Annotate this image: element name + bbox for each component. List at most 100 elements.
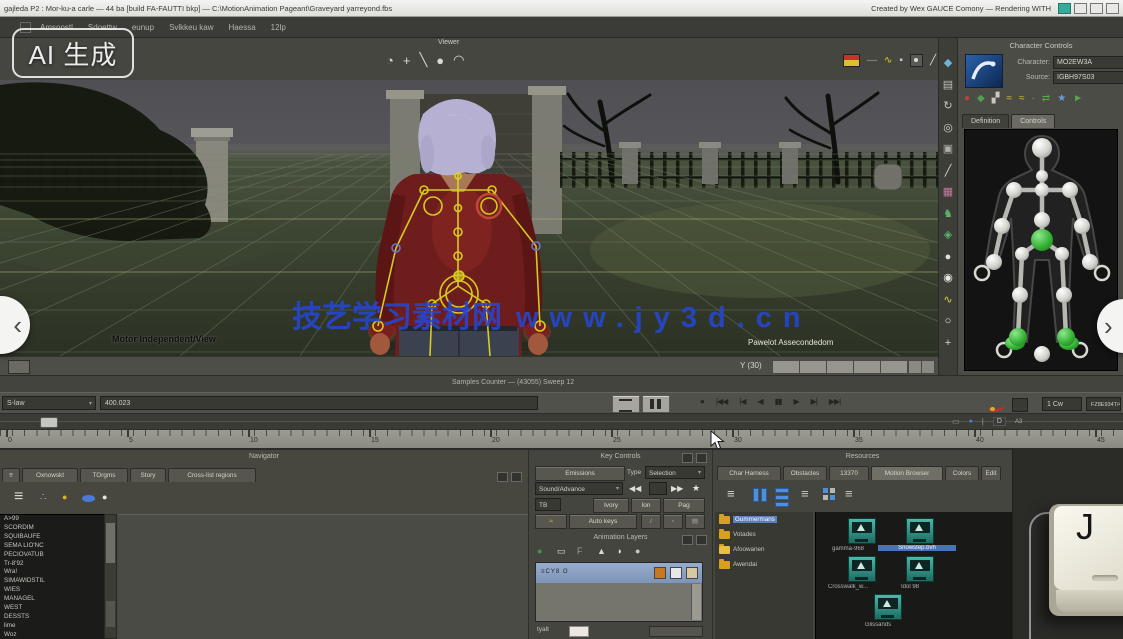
pag-button[interactable]: Pag xyxy=(663,498,705,513)
draw-icon[interactable]: ╱ xyxy=(930,55,936,66)
tree-item[interactable]: Tr-8'92 xyxy=(0,560,104,569)
rotate-icon[interactable]: ↻ xyxy=(943,101,952,112)
navigator-tab-1[interactable]: TOrgms xyxy=(80,468,128,482)
record-button[interactable]: ● xyxy=(700,397,704,406)
next-key-icon[interactable]: ▶▶ xyxy=(671,484,683,493)
slash-button[interactable]: / xyxy=(641,514,661,529)
ivory-button[interactable]: Ivory xyxy=(593,498,629,513)
green-dot-icon[interactable]: ● xyxy=(537,546,542,556)
gem-icon[interactable]: ◈ xyxy=(944,230,952,241)
tree-item[interactable]: SQUIBAUFE xyxy=(0,533,104,542)
asset-label[interactable]: Glissands xyxy=(850,622,906,628)
type-select[interactable]: Selection ▾ xyxy=(645,466,705,479)
rate-field[interactable]: FZ8E934T/4v0.03 xyxy=(1086,397,1121,411)
picture-icon[interactable]: ▦ xyxy=(943,187,953,198)
tree-scrollbar[interactable] xyxy=(104,514,117,639)
folder-row[interactable]: Afoowanen xyxy=(715,542,813,557)
layers-window-icons[interactable] xyxy=(682,535,707,545)
tree-item[interactable]: lime xyxy=(0,622,104,631)
pause-button[interactable]: ▮▮ xyxy=(775,397,782,406)
folder-row[interactable]: Gummermans xyxy=(715,512,813,527)
swap-icon[interactable]: ⇄ xyxy=(1042,93,1050,104)
snap-icon[interactable] xyxy=(910,54,923,67)
asset-label-selected[interactable]: Snowstep.bvh xyxy=(878,545,956,551)
tree-item[interactable]: DESSTS xyxy=(0,613,104,622)
flag-icon[interactable]: ★ xyxy=(692,483,700,494)
layer-bottom-bar[interactable] xyxy=(649,626,703,637)
asset-thumbnail[interactable] xyxy=(848,556,876,582)
record-dot-icon[interactable]: ● xyxy=(964,93,970,104)
navigator-tab-0[interactable]: Oxnowskt xyxy=(22,468,78,482)
blob-icon[interactable]: ● xyxy=(635,546,640,556)
resources-tab-3[interactable]: Motion Browser xyxy=(871,466,943,480)
pose-icon[interactable]: ▞ xyxy=(992,93,1000,104)
row-view-icon[interactable] xyxy=(775,488,789,507)
half-moon-icon[interactable]: ◗ xyxy=(617,546,622,556)
animation-layer-list[interactable]: ≡CY8 O xyxy=(535,562,703,622)
scroll-handle[interactable] xyxy=(40,417,58,428)
white-layer-icon[interactable] xyxy=(670,567,682,579)
selected-layer-row[interactable]: ≡CY8 O xyxy=(536,563,702,583)
menu-item-3[interactable]: Svlkkeu kaw xyxy=(169,23,213,32)
close-button[interactable] xyxy=(1106,3,1119,14)
key-count-box[interactable] xyxy=(649,482,667,495)
character-skeleton-view[interactable] xyxy=(964,129,1118,371)
character-select[interactable]: MO2EW3A xyxy=(1053,56,1123,69)
move-tool-icon[interactable]: + xyxy=(403,53,411,68)
viewport-3d[interactable]: Motor Independent/View Pawelot Asseconde… xyxy=(0,80,938,356)
grid-view-icon[interactable] xyxy=(823,488,836,501)
wave-icon[interactable]: ∿ xyxy=(943,295,952,306)
tab-controls[interactable]: Controls xyxy=(1011,114,1055,128)
tree-item[interactable]: SIMAWIDSTIL xyxy=(0,577,104,586)
mode-box[interactable] xyxy=(1012,398,1028,412)
resources-tab-2[interactable]: 13370 xyxy=(829,466,869,480)
sphere-tool-icon[interactable]: ● xyxy=(436,53,444,68)
navigator-content-area[interactable] xyxy=(118,514,528,639)
emissions-button[interactable]: Emissions xyxy=(535,466,625,481)
step-back-button[interactable]: ◀ xyxy=(757,397,762,406)
asset-label[interactable]: gamma-968 xyxy=(821,546,875,552)
leaf-icon[interactable]: ◆ xyxy=(977,93,985,104)
plus-icon[interactable]: + xyxy=(945,338,951,349)
tree-item[interactable]: A>99 xyxy=(0,515,104,524)
asset-thumbnail[interactable] xyxy=(906,518,934,544)
record-icon[interactable]: ◎ xyxy=(943,123,953,134)
sphere-icon[interactable]: ● xyxy=(945,252,952,263)
box-button[interactable]: ▫ xyxy=(663,514,683,529)
resources-tab-1[interactable]: Obstacles xyxy=(783,466,827,480)
keys2-icon[interactable]: ≈ xyxy=(1019,93,1025,104)
yellow-dot-icon[interactable]: ● xyxy=(62,492,67,502)
asset-label[interactable]: Crosswalk_w... xyxy=(816,584,880,590)
dual-view-button[interactable] xyxy=(642,395,670,413)
maximize-button[interactable] xyxy=(1090,3,1103,14)
mode-select[interactable]: Sound/Advance ▾ xyxy=(535,482,623,495)
resources-tab-5[interactable]: Edit xyxy=(981,466,1001,480)
scene-tree[interactable]: A>99 SCORDIM SQUIBAUFE SEMA LIO'NC PECIO… xyxy=(0,514,105,639)
tree-item[interactable]: Woz xyxy=(0,631,104,639)
play-button[interactable]: ▶ xyxy=(793,397,798,406)
asset-thumbnail-grid[interactable]: gamma-968 Snowstep.bvh Crosswalk_w... Id… xyxy=(815,512,1012,639)
pen-tool-icon[interactable]: ╲ xyxy=(419,52,427,68)
horse-icon[interactable]: ♞ xyxy=(943,209,953,220)
tr-select[interactable]: TB xyxy=(535,498,561,511)
zigzag-key-button[interactable]: ≈ xyxy=(535,514,567,529)
resources-tab-0[interactable]: Char Harness xyxy=(717,466,781,480)
column-view-icon[interactable] xyxy=(753,488,767,502)
navigator-tab-2[interactable]: Story xyxy=(130,468,166,482)
pill-icon[interactable]: ▭ xyxy=(557,546,566,557)
status-segments[interactable] xyxy=(772,360,908,374)
go-to-start-button[interactable]: |◀◀ xyxy=(716,397,727,406)
blue-oval-icon[interactable] xyxy=(82,495,95,502)
grid-button[interactable]: ▤ xyxy=(685,514,705,529)
asset-folder-tree[interactable]: Gummermans Votades Afoowanen Awendai xyxy=(715,512,813,639)
star-icon[interactable]: ★ xyxy=(1057,93,1066,104)
tree-item[interactable]: MANAGEL xyxy=(0,595,104,604)
detail-view-icon[interactable]: ≡ xyxy=(845,486,853,501)
asset-thumbnail[interactable] xyxy=(848,518,876,544)
previous-key-button[interactable]: |◀ xyxy=(739,397,745,406)
keys-icon[interactable]: ≈ xyxy=(1006,93,1012,104)
resources-tab-4[interactable]: Colors xyxy=(945,466,979,480)
layer-count-field[interactable] xyxy=(569,626,589,637)
take-select[interactable]: S-law ▾ xyxy=(2,396,96,410)
dot-icon[interactable]: ▪ xyxy=(899,55,903,66)
